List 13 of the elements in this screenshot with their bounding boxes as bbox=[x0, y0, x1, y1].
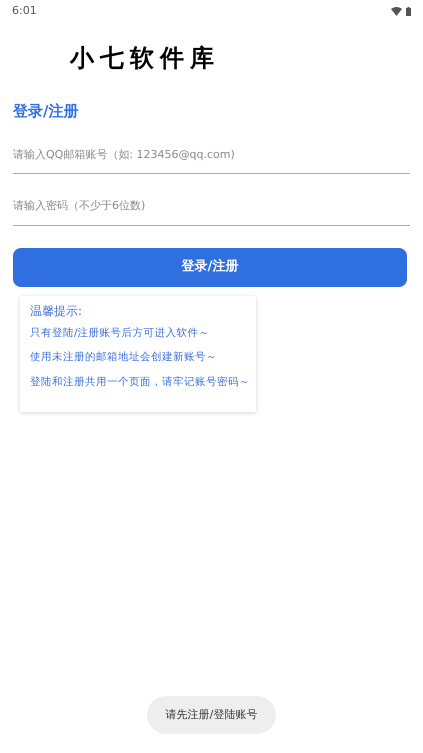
password-field[interactable]: 请输入密码（不少于6位数) bbox=[13, 174, 410, 226]
tip-text: 只有登陆/注册账号后方可进入软件～ bbox=[30, 326, 211, 340]
wifi-icon bbox=[391, 6, 402, 16]
page-heading: 登录/注册 bbox=[13, 101, 80, 122]
email-field[interactable]: 请输入QQ邮箱账号（如: 123456@qq.com) bbox=[13, 122, 410, 174]
app-logo: 小七软件库 bbox=[70, 42, 221, 74]
tips-title: 温馨提示: bbox=[30, 302, 84, 320]
status-time: 6:01 bbox=[12, 2, 37, 19]
toast-message: 请先注册/登陆账号 bbox=[147, 696, 276, 734]
login-button[interactable]: 登录/注册 bbox=[13, 248, 407, 286]
battery-icon bbox=[406, 6, 411, 16]
tip-text: 使用未注册的邮箱地址会创建新账号～ bbox=[30, 350, 218, 366]
tip-text: 登陆和注册共用一个页面，请牢记账号密码～ bbox=[30, 375, 251, 390]
